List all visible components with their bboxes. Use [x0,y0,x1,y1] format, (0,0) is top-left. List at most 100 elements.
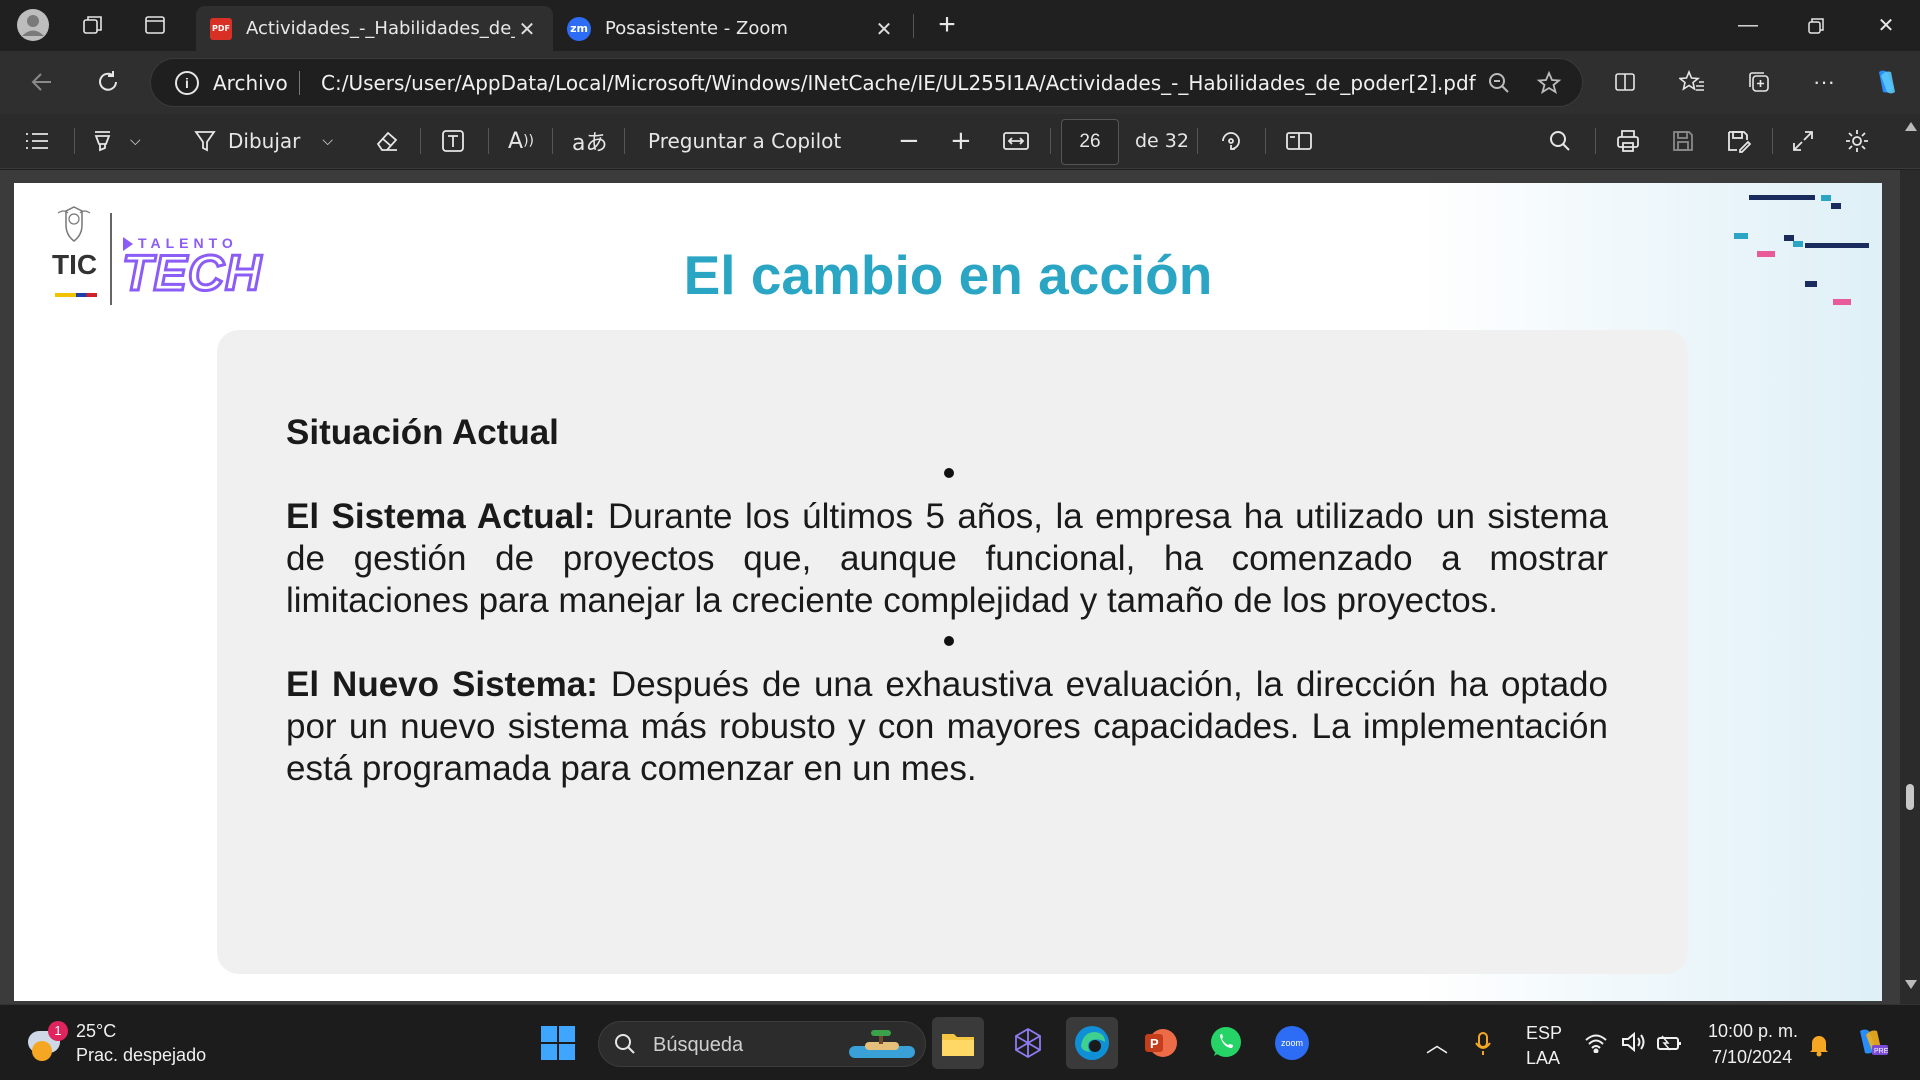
text-box-icon[interactable] [440,122,466,160]
print-icon[interactable] [1615,122,1641,160]
vertical-scrollbar[interactable] [1900,122,1920,1004]
item-current-system: El Sistema Actual: Durante los últimos 5… [286,496,1608,622]
tab-actions-icon[interactable] [135,5,175,45]
svg-text:PRE: PRE [1874,1048,1889,1055]
close-icon[interactable]: ✕ [872,17,896,41]
copilot-icon[interactable] [1867,62,1907,102]
bullet-1 [944,468,954,478]
pdf-toolbar: ⌵ Dibujar ⌵ A)) aあ Preguntar a Copilot −… [0,114,1920,169]
url-text[interactable]: C:/Users/user/AppData/Local/Microsoft/Wi… [321,71,1476,95]
profile-avatar-icon[interactable] [13,5,53,45]
browser-tab-bar: PDF Actividades_-_Habilidades_de_poder[2… [0,0,1920,51]
address-bar[interactable]: i Archivo C:/Users/user/AppData/Local/Mi… [150,58,1583,107]
page-number-input[interactable]: 26 [1061,119,1119,165]
tab-zoom[interactable]: zm Posasistente - Zoom ✕ [553,6,910,51]
weather-temp: 25°C [76,1021,117,1041]
weather-desc: Prac. despejado [76,1045,207,1065]
save-icon[interactable] [1670,122,1696,160]
scroll-up-icon[interactable] [1905,122,1917,131]
settings-gear-icon[interactable] [1844,122,1870,160]
microphone-icon[interactable] [1474,1031,1492,1062]
weather-sun-icon [32,1041,52,1061]
pdf-icon: PDF [210,17,232,40]
zoom-out-button[interactable]: − [898,122,920,160]
clock-date[interactable]: 7/10/2024 [1712,1047,1792,1068]
rotate-icon[interactable] [1218,122,1244,160]
collections-icon[interactable] [1739,62,1779,102]
copilot-ask-label: Preguntar a Copilot [648,129,842,153]
favorite-star-icon[interactable] [1536,70,1562,101]
slide-title: El cambio en acción [683,244,1213,306]
zoom-app-icon[interactable]: zoom [1266,1017,1318,1069]
back-icon[interactable] [22,62,62,102]
save-as-icon[interactable] [1725,122,1751,160]
tab-divider [913,14,914,38]
more-options-icon[interactable]: ··· [1804,62,1844,102]
notification-bell-icon[interactable] [1808,1033,1830,1062]
island-illustration-icon [849,1030,919,1060]
close-icon[interactable]: ✕ [515,17,539,41]
chevron-up-icon[interactable]: ︿ [1426,1027,1448,1059]
zoom-in-button[interactable]: + [950,122,972,160]
copilot-taskbar-icon[interactable]: PRE [1854,1027,1890,1064]
chevron-down-icon[interactable]: ⌵ [322,133,333,149]
volume-icon[interactable] [1620,1031,1646,1058]
pdf-viewer[interactable]: TIC TALENTO TECH El cambio en acción Sit… [0,122,1920,1004]
weather-widget[interactable]: 1 25°C Prac. despejado [24,1017,214,1071]
zoom-out-icon[interactable] [1486,70,1512,101]
tab-pdf[interactable]: PDF Actividades_-_Habilidades_de_poder[2… [196,6,553,51]
search-icon[interactable] [1547,122,1573,160]
fit-width-icon[interactable] [1002,122,1030,160]
language-bottom[interactable]: LAA [1526,1048,1560,1069]
page-total-label: de 32 [1135,130,1189,152]
scroll-down-icon[interactable] [1905,980,1917,989]
item-current-system-label: El Sistema Actual: [286,497,596,536]
separator [1595,128,1596,154]
scheme-label: Archivo [213,71,288,95]
file-explorer-icon[interactable] [932,1017,984,1069]
powerpoint-icon[interactable]: P [1134,1017,1186,1069]
whatsapp-icon[interactable] [1200,1017,1252,1069]
app-icon[interactable] [1002,1017,1054,1069]
favorites-icon[interactable] [1672,62,1712,102]
chevron-down-icon[interactable]: ⌵ [130,133,141,149]
battery-icon[interactable] [1656,1033,1684,1058]
info-icon[interactable]: i [175,71,199,95]
restore-button[interactable] [1788,0,1844,51]
draw-button[interactable]: Dibujar ⌵ [192,122,333,160]
workspaces-icon[interactable] [73,5,113,45]
copilot-ask-button[interactable]: Preguntar a Copilot [648,122,841,160]
split-screen-icon[interactable] [1605,62,1645,102]
contents-icon[interactable] [24,122,50,160]
bullet-2 [944,636,954,646]
minimize-button[interactable]: — [1720,0,1776,51]
separator [1772,128,1773,154]
address-row: i Archivo C:/Users/user/AppData/Local/Mi… [0,51,1920,114]
wifi-icon[interactable] [1584,1033,1608,1058]
separator [1265,128,1266,154]
refresh-icon[interactable] [88,62,128,102]
edge-browser-icon[interactable] [1066,1017,1118,1069]
close-window-button[interactable]: ✕ [1858,0,1914,51]
language-top[interactable]: ESP [1526,1023,1562,1044]
new-tab-button[interactable]: + [927,5,967,45]
windows-start-icon[interactable] [532,1017,584,1069]
page-view-icon[interactable] [1285,122,1313,160]
translate-icon[interactable]: aあ [572,122,607,160]
scroll-thumb[interactable] [1906,784,1914,810]
fullscreen-icon[interactable] [1790,122,1816,160]
highlight-icon[interactable]: ⌵ [90,122,141,160]
read-aloud-icon[interactable]: A)) [508,122,534,160]
tab-title: Actividades_-_Habilidades_de_poder[2].pd… [246,18,515,39]
separator [624,128,625,154]
separator [420,128,421,154]
clock-time[interactable]: 10:00 p. m. [1708,1021,1798,1042]
eraser-icon[interactable] [374,122,400,160]
separator [552,128,553,154]
pdf-page: TIC TALENTO TECH El cambio en acción Sit… [14,183,1882,1001]
search-placeholder: Búsqueda [653,1034,744,1056]
section-heading: Situación Actual [286,413,559,452]
svg-text:P: P [1150,1036,1159,1051]
taskbar-search-box[interactable]: Búsqueda [598,1021,926,1067]
item-new-system: El Nuevo Sistema: Después de una exhaust… [286,664,1608,790]
